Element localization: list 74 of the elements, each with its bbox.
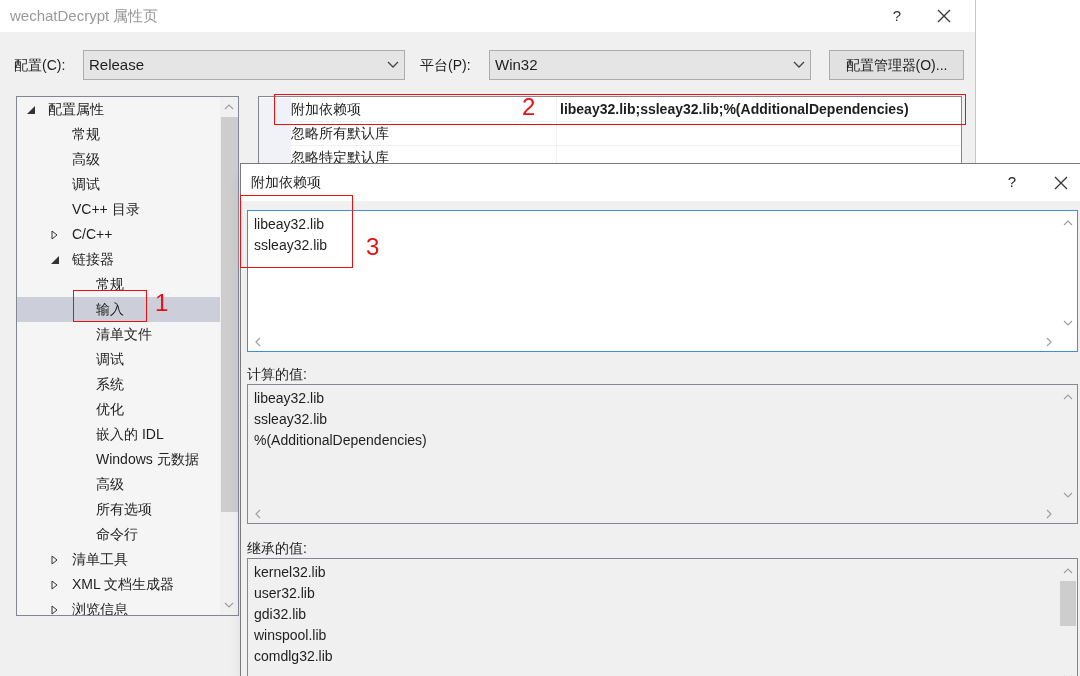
manager-button[interactable]: 配置管理器(O)... [829, 50, 964, 80]
dialog-title: 附加依赖项 [251, 173, 321, 192]
scrollbar[interactable] [220, 97, 238, 615]
list-line: libeay32.lib [254, 389, 325, 408]
property-name: 忽略所有默认库 [291, 122, 556, 146]
scrollbar-thumb[interactable] [1060, 581, 1076, 626]
list-line: kernel32.lib [254, 563, 326, 582]
chevron-down-icon [1063, 491, 1073, 499]
tree-item[interactable]: 优化 [75, 397, 124, 422]
property-value: libeay32.lib;ssleay32.lib;%(AdditionalDependencies) [556, 98, 961, 122]
tree-item[interactable]: 常规 [75, 272, 124, 297]
chevron-up-icon [1063, 219, 1073, 227]
tree-item[interactable]: VC++ 目录 [51, 197, 140, 222]
list-line: libeay32.lib [254, 215, 325, 234]
close-button[interactable] [1054, 175, 1068, 190]
tree-item[interactable]: 清单文件 [75, 322, 152, 347]
dropdown[interactable]: Win32 [489, 50, 811, 80]
chevron-up-icon [224, 103, 234, 111]
tree-item[interactable]: 嵌入的 IDL [75, 422, 164, 447]
tree-item[interactable]: 调试 [75, 347, 124, 372]
list-line: %(AdditionalDependencies) [254, 431, 427, 450]
window-title: wechatDecrypt 属性页 [10, 5, 159, 26]
tree-item[interactable]: 浏览信息 [51, 597, 128, 615]
tree-item[interactable]: 输入 [75, 297, 124, 322]
dropdown[interactable]: Release [83, 50, 405, 80]
list-line: ssleay32.lib [254, 236, 328, 255]
help-button[interactable]: ? [1007, 171, 1016, 194]
chevron-left-icon [254, 337, 262, 347]
chevron-left-icon [254, 509, 262, 519]
tree-item[interactable]: Windows 元数据 [75, 447, 199, 472]
section-label: 继承的值: [246, 539, 308, 558]
annotation-number: 1 [155, 288, 169, 318]
tree-item[interactable]: 清单工具 [51, 547, 128, 572]
chevron-down-icon [793, 61, 805, 69]
tree-item[interactable]: 所有选项 [75, 497, 152, 522]
help-button[interactable]: ? [892, 4, 901, 28]
chevron-right-icon [1045, 337, 1053, 347]
field-label: 配置(C): [14, 55, 67, 75]
collapsed-triangle-icon [51, 554, 58, 565]
section-label: 计算的值: [246, 365, 308, 384]
tree-item[interactable]: 命令行 [75, 522, 138, 547]
close-icon [937, 9, 951, 23]
collapsed-triangle-icon [51, 604, 58, 615]
chevron-up-icon [1063, 393, 1073, 401]
tree-item[interactable]: C/C++ [51, 222, 113, 247]
tree-item[interactable]: 系统 [75, 372, 124, 397]
tree-item[interactable]: 常规 [51, 122, 100, 147]
chevron-down-icon [1063, 319, 1073, 327]
annotation-number: 3 [366, 232, 380, 262]
chevron-right-icon [1045, 509, 1053, 519]
field-label: 平台(P): [420, 55, 472, 75]
row-gutter [259, 122, 291, 146]
tree-item[interactable]: 高级 [75, 472, 124, 497]
tree-item[interactable]: XML 文档生成器 [51, 572, 175, 597]
list-line: winspool.lib [254, 626, 327, 645]
tree-item[interactable]: 链接器 [51, 247, 114, 272]
tree-item[interactable]: 配置属性 [27, 97, 104, 122]
list-line: comdlg32.lib [254, 647, 333, 666]
expanded-triangle-icon [27, 105, 35, 114]
collapsed-triangle-icon [51, 579, 58, 590]
list-line: ssleay32.lib [254, 410, 328, 429]
close-button[interactable] [937, 9, 951, 23]
list-line: user32.lib [254, 584, 315, 603]
expanded-triangle-icon [51, 255, 59, 264]
tree-item[interactable]: 调试 [51, 172, 100, 197]
chevron-up-icon [1063, 567, 1073, 575]
annotation-number: 2 [522, 92, 536, 122]
chevron-down-icon [387, 61, 399, 69]
collapsed-triangle-icon [51, 229, 58, 240]
scrollbar-thumb[interactable] [220, 117, 238, 512]
list-line: gdi32.lib [254, 605, 307, 624]
tree-item[interactable]: 高级 [51, 147, 100, 172]
close-icon [1054, 175, 1068, 190]
chevron-down-icon [224, 601, 234, 609]
